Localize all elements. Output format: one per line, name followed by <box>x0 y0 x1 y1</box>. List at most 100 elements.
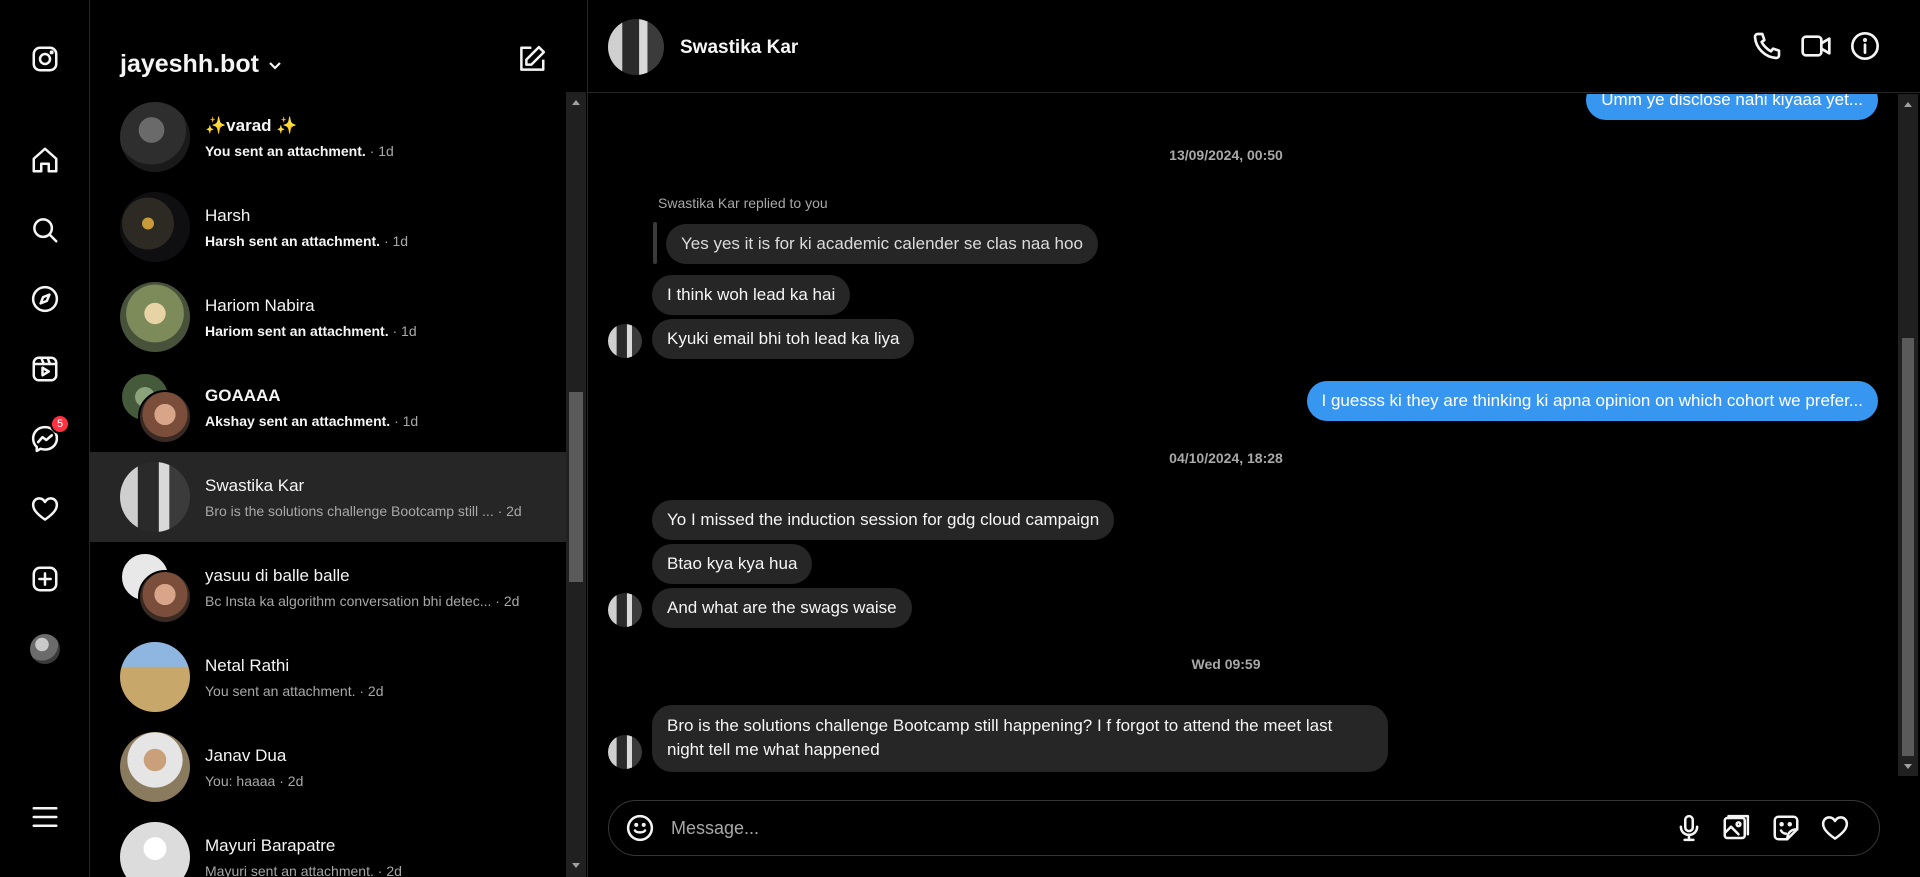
chat-header: Swastika Kar <box>588 0 1920 93</box>
image-icon <box>1723 814 1750 840</box>
group-avatar <box>120 552 192 624</box>
scroll-up-arrow-icon[interactable] <box>572 100 580 105</box>
avatar <box>120 642 190 712</box>
home-icon[interactable] <box>26 141 64 179</box>
thread-name: GOAAAA <box>205 385 281 405</box>
thread-item[interactable]: yasuu di balle balle Bc Insta ka algorit… <box>90 542 566 632</box>
thread-item[interactable]: Netal Rathi You sent an attachment. · 2d <box>90 632 566 722</box>
thread-preview: Akshay sent an attachment. · 1d <box>205 412 419 429</box>
message-bubble-incoming[interactable]: Bro is the solutions challenge Bootcamp … <box>652 705 1388 772</box>
avatar[interactable] <box>608 19 664 75</box>
avatar <box>120 192 190 262</box>
thread-name: Hariom Nabira <box>205 295 315 315</box>
thread-name: Swastika Kar <box>205 475 305 495</box>
scroll-down-arrow-icon[interactable] <box>572 863 580 868</box>
account-switcher[interactable]: jayeshh.bot <box>120 50 283 79</box>
thread-name: Janav Dua <box>205 745 287 765</box>
messenger-icon[interactable]: 5 <box>26 414 70 458</box>
thread-item[interactable]: Janav Dua You: haaaa · 2d <box>90 722 566 812</box>
profile-avatar[interactable] <box>26 630 64 668</box>
thread-list: ✨varad ✨ You sent an attachment. · 1d Ha… <box>90 92 566 877</box>
video-call-button[interactable] <box>1800 30 1834 64</box>
message-bubble-incoming[interactable]: I think woh lead ka hai <box>652 275 851 315</box>
add-photo-button[interactable] <box>1721 813 1753 845</box>
message-composer <box>608 800 1880 856</box>
phone-icon <box>1753 32 1781 60</box>
thread-preview: You: haaaa · 2d <box>205 772 304 789</box>
conversation-info-button[interactable] <box>1849 30 1883 64</box>
timestamp-divider: Wed 09:59 <box>1191 656 1261 672</box>
smiley-icon <box>626 814 654 842</box>
scrollbar-thumb[interactable] <box>1902 338 1914 756</box>
reply-label: Swastika Kar replied to you <box>658 195 828 211</box>
video-camera-icon <box>1801 35 1831 57</box>
voice-clip-button[interactable] <box>1674 813 1706 845</box>
thread-item[interactable]: Hariom Nabira Hariom sent an attachment.… <box>90 272 566 362</box>
message-bubble-outgoing[interactable]: Umm ye disclose nahi kiyaaa yet... <box>1586 94 1878 120</box>
thread-name: Netal Rathi <box>205 655 290 675</box>
inbox-header: jayeshh.bot <box>90 0 588 92</box>
thread-preview: Bro is the solutions challenge Bootcamp … <box>205 502 522 519</box>
message-bubble-incoming[interactable]: Btao kya kya hua <box>652 544 813 584</box>
inbox-panel: jayeshh.bot ✨varad ✨ You sent an attachm… <box>90 0 588 877</box>
thread-item[interactable]: Mayuri Barapatre Mayuri sent an attachme… <box>90 812 566 877</box>
notifications-heart-icon[interactable] <box>26 490 64 528</box>
explore-icon[interactable] <box>26 280 64 318</box>
chat-scrollbar[interactable] <box>1898 94 1918 776</box>
thread-item[interactable]: Harsh Harsh sent an attachment. · 1d <box>90 182 566 272</box>
audio-call-button[interactable] <box>1751 30 1785 64</box>
chat-title[interactable]: Swastika Kar <box>680 37 798 59</box>
create-post-icon[interactable] <box>26 560 64 598</box>
microphone-icon <box>1679 814 1699 842</box>
avatar <box>120 102 190 172</box>
sticker-button[interactable] <box>1771 813 1803 845</box>
sender-avatar[interactable] <box>608 735 642 769</box>
reply-quote-bar <box>653 222 657 264</box>
message-input[interactable] <box>671 811 1651 845</box>
thread-item[interactable]: GOAAAA Akshay sent an attachment. · 1d <box>90 362 566 452</box>
avatar <box>120 462 190 532</box>
reply-quoted-message[interactable]: Yes yes it is for ki academic calender s… <box>666 224 1098 264</box>
scrollbar-thumb[interactable] <box>569 392 583 582</box>
thread-item[interactable]: ✨varad ✨ You sent an attachment. · 1d <box>90 92 566 182</box>
sticker-icon <box>1773 815 1799 841</box>
message-bubble-incoming[interactable]: Kyuki email bhi toh lead ka liya <box>652 319 915 359</box>
thread-name: ✨varad ✨ <box>205 115 298 135</box>
thread-preview: You sent an attachment. · 2d <box>205 682 384 699</box>
message-bubble-incoming[interactable]: Yo I missed the induction session for gd… <box>652 500 1115 540</box>
avatar <box>120 732 190 802</box>
account-username: jayeshh.bot <box>120 50 259 78</box>
heart-icon <box>1821 816 1849 840</box>
scroll-down-arrow-icon[interactable] <box>1904 764 1912 769</box>
message-bubble-outgoing[interactable]: I guesss ki they are thinking ki apna op… <box>1306 381 1878 421</box>
scroll-up-arrow-icon[interactable] <box>1904 102 1912 107</box>
avatar <box>120 282 190 352</box>
emoji-button[interactable] <box>625 813 657 845</box>
like-button[interactable] <box>1820 813 1852 845</box>
thread-item-selected[interactable]: Swastika Kar Bro is the solutions challe… <box>90 452 566 542</box>
thread-preview: Hariom sent an attachment. · 1d <box>205 322 417 339</box>
timestamp-divider: 13/09/2024, 00:50 <box>1169 147 1283 163</box>
inbox-scrollbar[interactable] <box>566 92 586 877</box>
timestamp-divider: 04/10/2024, 18:28 <box>1169 450 1283 466</box>
thread-name: yasuu di balle balle <box>205 565 350 585</box>
thread-name: Mayuri Barapatre <box>205 835 336 855</box>
sender-avatar[interactable] <box>608 593 642 627</box>
new-message-button[interactable] <box>517 44 551 78</box>
more-menu-icon[interactable] <box>26 798 64 836</box>
chevron-down-icon <box>269 61 281 70</box>
sender-avatar[interactable] <box>608 324 642 358</box>
thread-name: Harsh <box>205 205 251 225</box>
thread-preview: You sent an attachment. · 1d <box>205 142 394 159</box>
avatar <box>120 822 190 877</box>
thread-preview: Harsh sent an attachment. · 1d <box>205 232 409 249</box>
avatar <box>30 634 60 664</box>
thread-preview: Mayuri sent an attachment. · 2d <box>205 862 402 877</box>
thread-preview: Bc Insta ka algorithm conversation bhi d… <box>205 592 520 609</box>
instagram-logo-icon[interactable] <box>26 40 64 78</box>
message-bubble-incoming[interactable]: And what are the swags waise <box>652 588 912 628</box>
message-thread: Umm ye disclose nahi kiyaaa yet... 13/09… <box>588 94 1898 776</box>
reels-icon[interactable] <box>26 350 64 388</box>
nav-rail: 5 <box>0 0 90 877</box>
search-icon[interactable] <box>26 211 64 249</box>
